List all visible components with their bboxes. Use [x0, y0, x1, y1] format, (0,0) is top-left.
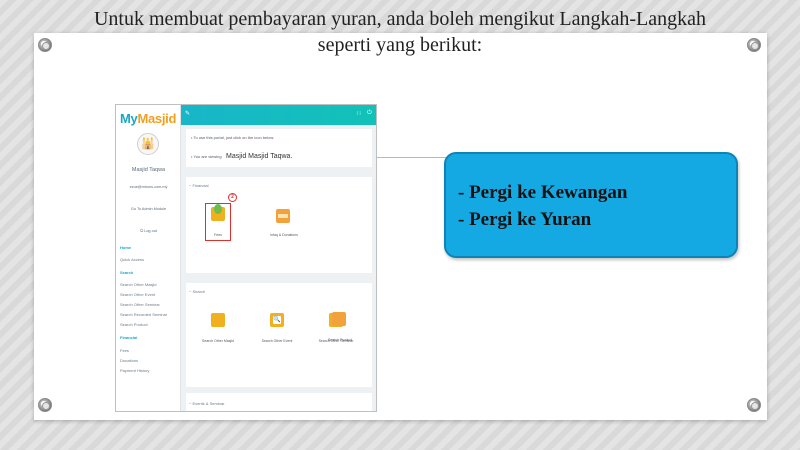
sidebar-nav-item[interactable]: Search: [120, 270, 133, 275]
pin-bottom-right-icon: [747, 398, 761, 412]
pin-top-right-icon: [747, 38, 761, 52]
sidebar-nav-item[interactable]: Search Other Masjid: [120, 282, 156, 287]
step-number-badge: 2: [228, 193, 237, 202]
user-email: ezue@mhuns.com.my: [129, 185, 168, 189]
fees-highlight-box: [205, 203, 231, 241]
search-event-icon[interactable]: 🔍: [270, 313, 284, 327]
admin-module-link[interactable]: Go To Admin Module: [116, 207, 181, 211]
logout-label: Log out: [144, 229, 157, 233]
search-header: − Search: [189, 289, 206, 294]
logout-icon: ⏻: [140, 229, 144, 233]
search-panel: − Search Search Other Masjid 🔍 Search Ot…: [186, 283, 372, 387]
callout-line-1: - Pergi ke Kewangan: [458, 182, 628, 203]
portal-logo: MyMasjid: [120, 111, 176, 126]
sidebar-nav-item[interactable]: Quick Access: [120, 257, 144, 262]
financial-header: − Financial: [189, 183, 209, 188]
pin-top-left-icon: [38, 38, 52, 52]
slide-title: Untuk membuat pembayaran yuran, anda bol…: [0, 6, 800, 58]
infaq-tile-label: Infaq & Donations: [270, 233, 298, 237]
events-header-text: Events & Seminar: [192, 401, 225, 406]
search-masjid-icon[interactable]: [211, 313, 225, 327]
portal-screenshot: MyMasjid 🕌 Masjid Taqwa ezue@mhuns.com.m…: [115, 104, 377, 412]
pencil-icon[interactable]: ✎: [185, 110, 190, 117]
search-masjid-label: Search Other Masjid: [202, 339, 234, 343]
sidebar-nav-item[interactable]: Search Product: [120, 322, 148, 327]
sidebar-nav-item[interactable]: Financial: [120, 335, 137, 340]
financial-header-text: Financial: [192, 183, 209, 188]
search-event-label: Search Other Event: [261, 339, 293, 343]
slide-title-line-2: seperti yang berikut:: [317, 34, 483, 56]
search-product-icon[interactable]: [332, 312, 346, 326]
sidebar-nav-item[interactable]: Search Other Seminar: [120, 302, 160, 307]
portal-sidebar: MyMasjid 🕌 Masjid Taqwa ezue@mhuns.com.m…: [116, 105, 181, 411]
sidebar-nav-item[interactable]: Donations: [120, 358, 138, 363]
info-panel: • To use this portal, just click on the …: [186, 129, 372, 167]
sidebar-nav-item[interactable]: Search Recorded Seminar: [120, 312, 167, 317]
search-header-text: Search: [192, 289, 206, 294]
info-line-2: • You are viewing Masjid Masjid Taqwa.: [191, 153, 293, 160]
callout-line-2: - Pergi ke Yuran: [458, 209, 592, 230]
search-product-label: Search Product: [327, 338, 353, 342]
events-panel: − Events & Seminar: [186, 393, 372, 411]
callout-connector: [377, 157, 447, 158]
masjid-name: Masjid Taqwa: [131, 167, 166, 173]
mosque-icon: 🕌: [137, 133, 159, 155]
logo-my-text: My: [120, 111, 138, 126]
financial-panel: − Financial Fees 2 Infaq & Donations: [186, 177, 372, 273]
logout-link[interactable]: ⏻ Log out: [116, 229, 181, 233]
sidebar-nav-item[interactable]: Payment History: [120, 368, 149, 373]
sidebar-nav-item[interactable]: Home: [120, 245, 131, 250]
info-line-2-prefix: You are viewing: [193, 154, 222, 159]
slide-title-line-1: Untuk membuat pembayaran yuran, anda bol…: [93, 8, 707, 30]
sidebar-nav-item[interactable]: Fees: [120, 348, 129, 353]
infaq-donations-icon[interactable]: [276, 209, 290, 223]
power-icon[interactable]: ⏻: [367, 110, 372, 117]
info-line-1-text: To use this portal, just click on the ic…: [193, 135, 275, 140]
instruction-callout: - Pergi ke Kewangan - Pergi ke Yuran: [444, 152, 738, 258]
logo-masjid-text: Masjid: [137, 111, 177, 126]
sidebar-nav-item[interactable]: Search Other Event: [120, 292, 155, 297]
info-line-1: • To use this portal, just click on the …: [191, 135, 275, 140]
grid-icon[interactable]: ∷: [357, 110, 361, 117]
portal-topbar: ✎ ∷ ⏻: [181, 105, 376, 125]
pin-bottom-left-icon: [38, 398, 52, 412]
info-line-2-value: Masjid Masjid Taqwa.: [226, 153, 293, 160]
events-header: − Events & Seminar: [189, 401, 225, 406]
